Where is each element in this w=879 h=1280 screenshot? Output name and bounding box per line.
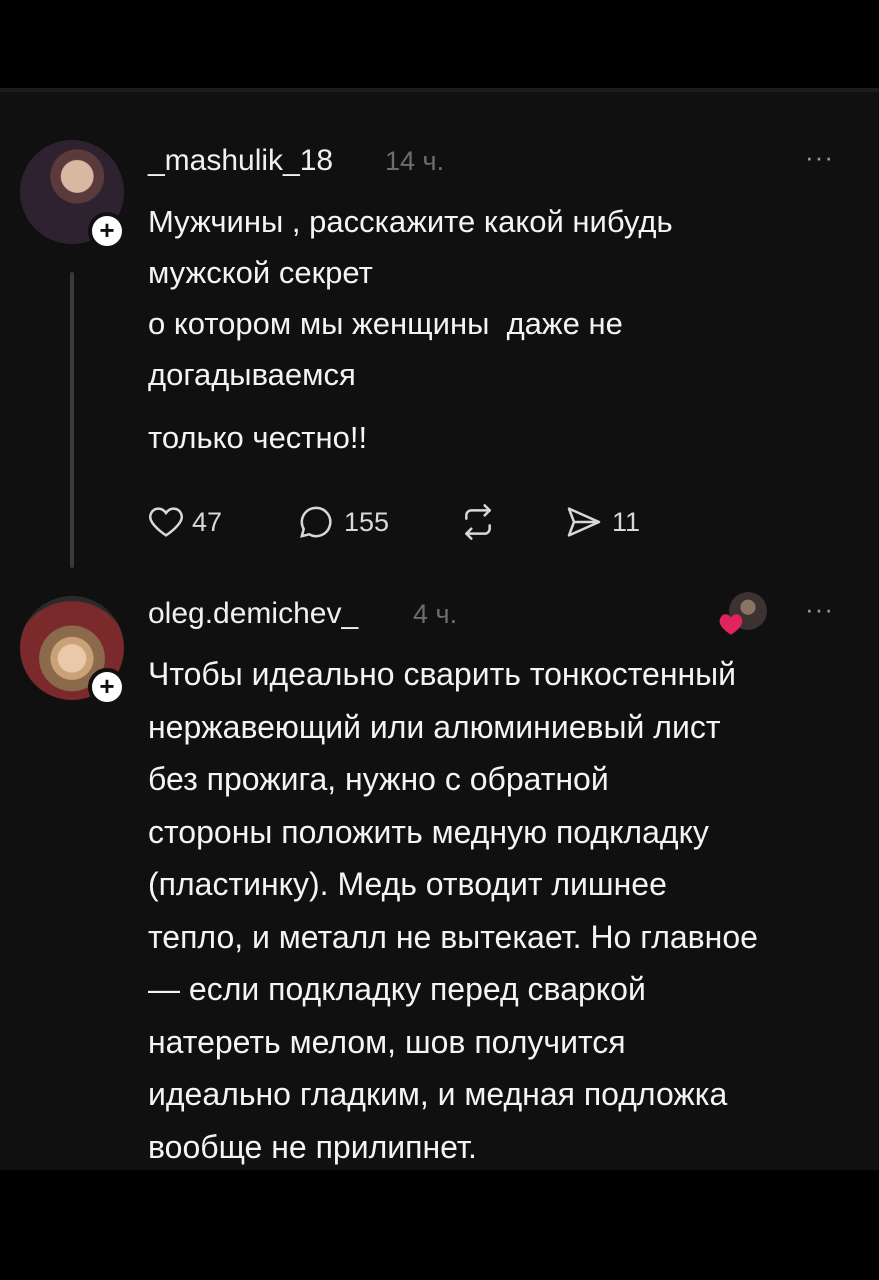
comment-bubble-icon <box>300 506 332 538</box>
post-time: 14 ч. <box>385 146 445 176</box>
reply-text: Чтобы идеально сварить тонкостенный нерж… <box>148 656 758 1165</box>
reply-time: 4 ч. <box>413 599 458 629</box>
like-count: 47 <box>192 506 223 537</box>
liked-heart-icon <box>719 614 743 635</box>
follow-plus-button-reply[interactable]: + <box>88 668 126 706</box>
follow-plus-button[interactable]: + <box>88 212 126 250</box>
thread-connector-line <box>70 272 74 568</box>
like-button[interactable]: 47 <box>146 502 222 542</box>
send-icon <box>567 507 601 537</box>
reply-more-icon[interactable]: ··· <box>805 594 834 625</box>
thread-panel: + _mashulik_18 14 ч. ··· Мужчины , расск… <box>0 88 879 1170</box>
post-text: Мужчины , расскажите какой нибудь мужско… <box>148 204 673 392</box>
post-text-continuation: только честно!! <box>148 420 368 455</box>
repost-icon <box>465 504 491 540</box>
post-username[interactable]: _mashulik_18 <box>148 144 333 178</box>
comment-button[interactable]: 155 <box>296 502 389 542</box>
reply-username[interactable]: oleg.demichev_ <box>148 597 358 631</box>
comment-count: 155 <box>344 506 390 537</box>
bottom-black-bar <box>0 1170 879 1280</box>
top-black-bar <box>0 0 879 88</box>
heart-outline-icon <box>149 507 183 537</box>
share-button[interactable]: 11 <box>564 502 640 542</box>
repost-button[interactable] <box>458 502 498 542</box>
share-count: 11 <box>612 506 641 537</box>
post-more-icon[interactable]: ··· <box>805 142 834 173</box>
